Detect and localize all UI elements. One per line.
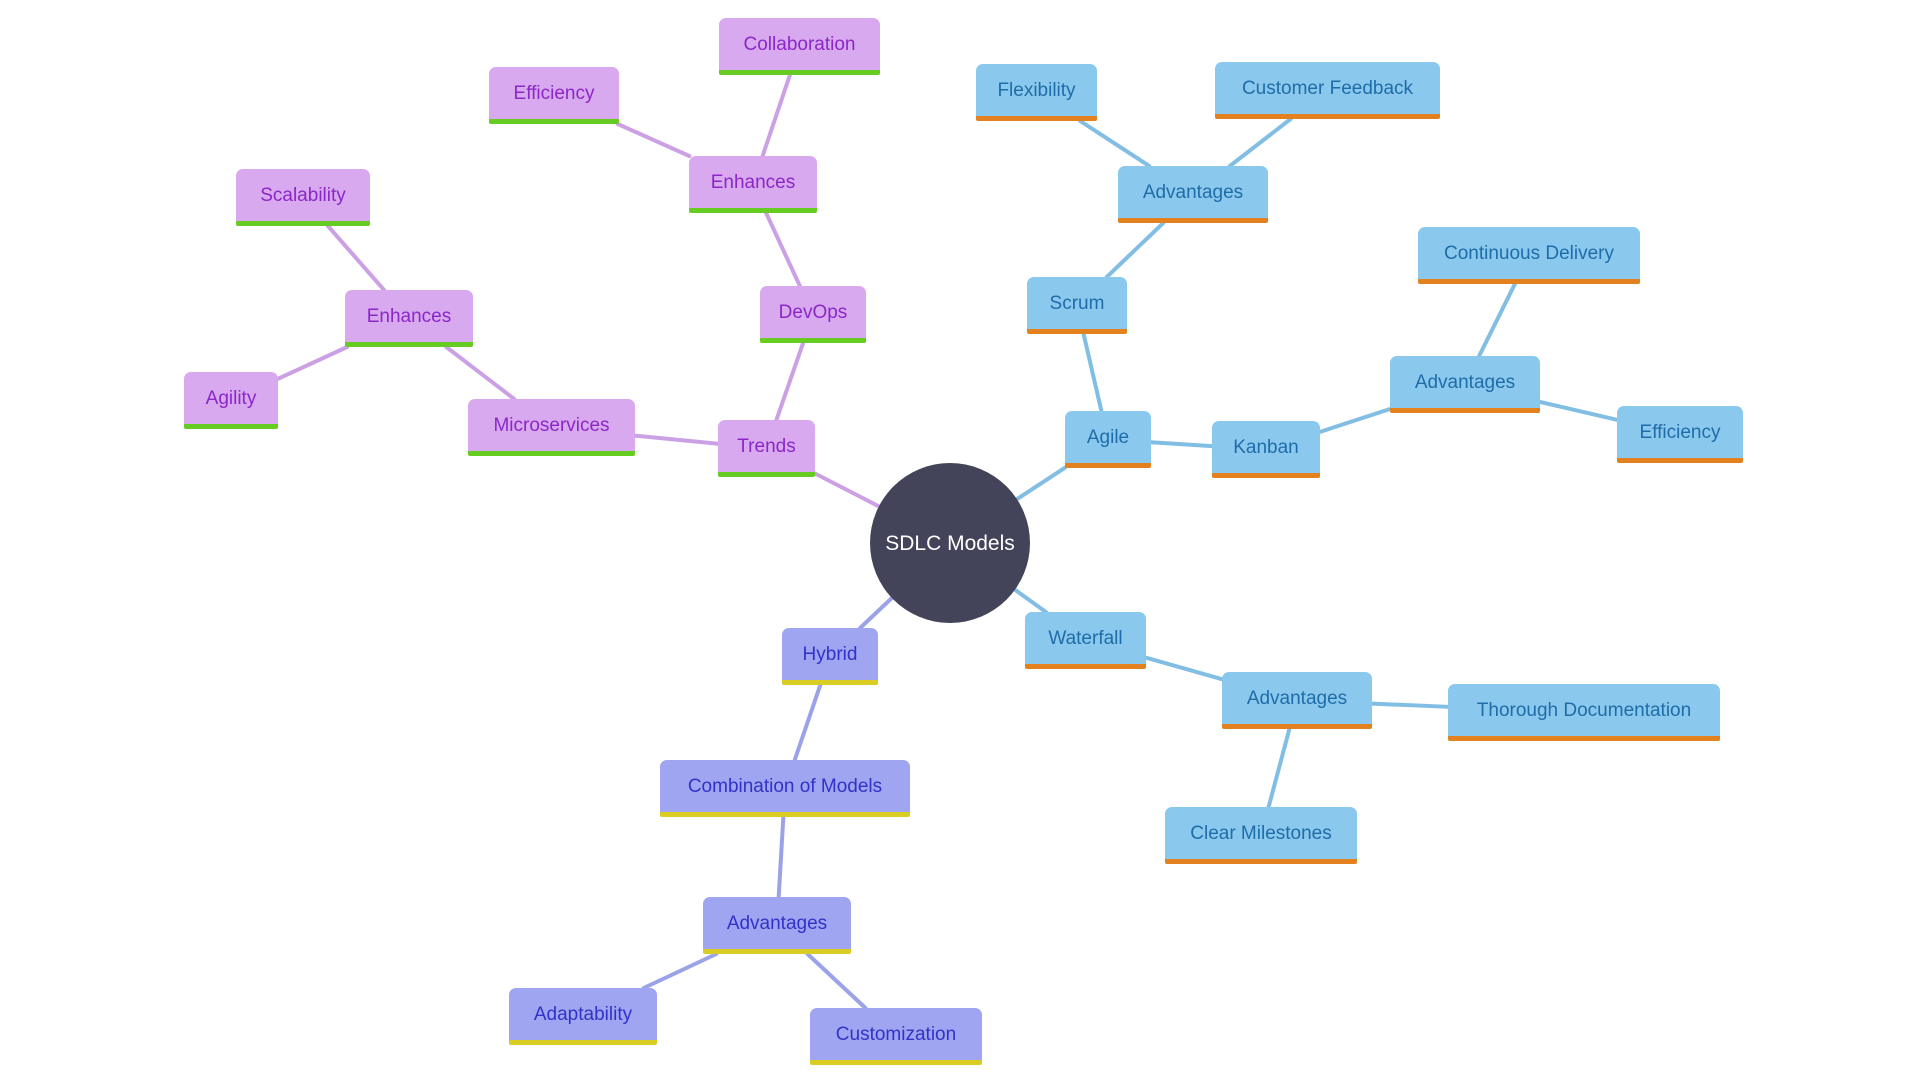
node-label-microservices: Microservices (493, 414, 610, 436)
node-customization[interactable]: Customization (810, 1008, 982, 1065)
node-label-efficiency_p: Efficiency (513, 82, 595, 104)
node-agile[interactable]: Agile (1065, 411, 1151, 468)
node-agility[interactable]: Agility (184, 372, 278, 429)
node-clear_mile[interactable]: Clear Milestones (1165, 807, 1357, 864)
node-label-flexibility: Flexibility (997, 79, 1076, 101)
node-cont_delivery[interactable]: Continuous Delivery (1418, 227, 1640, 284)
node-label-scrum: Scrum (1049, 292, 1105, 314)
node-label-customization: Customization (835, 1023, 957, 1045)
node-label-cust_feedback: Customer Feedback (1241, 77, 1414, 99)
node-label-adv_scrum: Advantages (1142, 181, 1244, 203)
node-adv_waterfall[interactable]: Advantages (1222, 672, 1372, 729)
node-trends[interactable]: Trends (718, 420, 815, 477)
node-label-efficiency_b: Efficiency (1639, 421, 1721, 443)
node-efficiency_b[interactable]: Efficiency (1617, 406, 1743, 463)
node-label-thorough_doc: Thorough Documentation (1476, 699, 1692, 721)
node-thorough_doc[interactable]: Thorough Documentation (1448, 684, 1720, 741)
node-combination[interactable]: Combination of Models (660, 760, 910, 817)
node-label-scalability: Scalability (260, 184, 346, 206)
node-label-devops: DevOps (778, 301, 848, 323)
root-node-sdlc-models[interactable]: SDLC Models (870, 463, 1030, 623)
node-label-waterfall: Waterfall (1048, 627, 1123, 649)
node-label-cont_delivery: Continuous Delivery (1443, 242, 1615, 264)
node-scrum[interactable]: Scrum (1027, 277, 1127, 334)
mindmap-canvas: SDLC Models Trends DevOps Enhances Collabora… (0, 0, 1920, 1080)
node-label-enh_top: Enhances (710, 171, 796, 193)
node-adv_kanban[interactable]: Advantages (1390, 356, 1540, 413)
node-efficiency_p[interactable]: Efficiency (489, 67, 619, 124)
node-adv_hybrid[interactable]: Advantages (703, 897, 851, 954)
node-flexibility[interactable]: Flexibility (976, 64, 1097, 121)
node-collaboration[interactable]: Collaboration (719, 18, 880, 75)
node-enh_top[interactable]: Enhances (689, 156, 817, 213)
node-label-enh_left: Enhances (366, 305, 452, 327)
node-hybrid[interactable]: Hybrid (782, 628, 878, 685)
root-node-label: SDLC Models (885, 531, 1015, 555)
node-label-collaboration: Collaboration (743, 33, 856, 55)
node-enh_left[interactable]: Enhances (345, 290, 473, 347)
node-adv_scrum[interactable]: Advantages (1118, 166, 1268, 223)
node-label-hybrid: Hybrid (802, 643, 858, 665)
node-waterfall[interactable]: Waterfall (1025, 612, 1146, 669)
node-label-adv_waterfall: Advantages (1246, 687, 1348, 709)
node-label-adv_hybrid: Advantages (726, 912, 828, 934)
node-layer: SDLC Models Trends DevOps Enhances Collabora… (0, 0, 1920, 1080)
node-label-clear_mile: Clear Milestones (1190, 822, 1332, 844)
node-label-adaptability: Adaptability (533, 1003, 633, 1025)
node-label-agility: Agility (205, 387, 257, 409)
node-label-adv_kanban: Advantages (1414, 371, 1516, 393)
node-devops[interactable]: DevOps (760, 286, 866, 343)
node-label-agile: Agile (1086, 426, 1130, 448)
node-label-trends: Trends (737, 435, 796, 457)
node-adaptability[interactable]: Adaptability (509, 988, 657, 1045)
node-kanban[interactable]: Kanban (1212, 421, 1320, 478)
node-label-combination: Combination of Models (687, 775, 883, 797)
node-microservices[interactable]: Microservices (468, 399, 635, 456)
node-label-kanban: Kanban (1233, 436, 1299, 458)
node-cust_feedback[interactable]: Customer Feedback (1215, 62, 1440, 119)
node-scalability[interactable]: Scalability (236, 169, 370, 226)
